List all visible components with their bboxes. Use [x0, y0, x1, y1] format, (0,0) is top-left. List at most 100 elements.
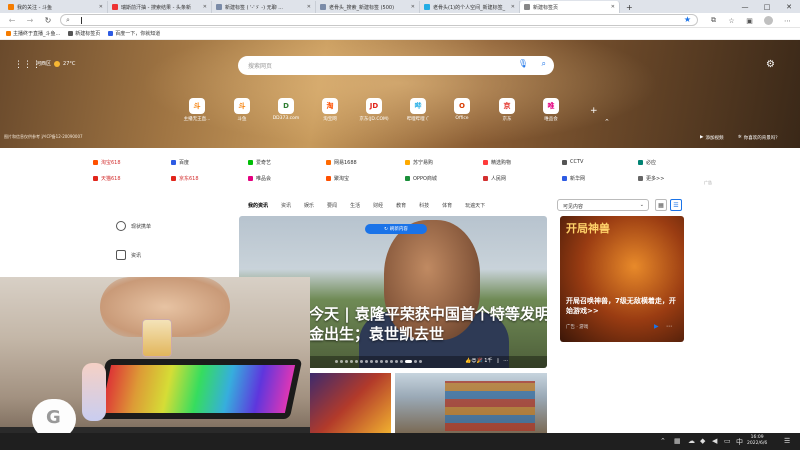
tab-1[interactable]: 瑞斯前汗抽 - 搜索结果 - 头条新 ✕: [108, 1, 212, 13]
news-tab[interactable]: 要闻: [327, 202, 337, 209]
news-headline[interactable]: 今天 | 袁隆平荣获中国首个特等发明 金出生；袁世凯去世: [309, 304, 547, 344]
chevron-up-icon[interactable]: ⌃: [660, 437, 666, 445]
volume-icon[interactable]: ◀: [712, 437, 717, 445]
forward-button[interactable]: →: [24, 15, 36, 26]
site-link[interactable]: 爱奇艺: [248, 159, 271, 166]
bookmark-icon[interactable]: ▯: [496, 358, 499, 364]
more-menu-icon[interactable]: ⋯: [782, 15, 793, 26]
site-link[interactable]: CCTV: [562, 159, 583, 165]
carousel-dot[interactable]: [355, 360, 358, 363]
add-tile-icon[interactable]: +: [590, 106, 598, 116]
bookmark-item[interactable]: 新建标签页: [68, 30, 100, 37]
more-options-icon[interactable]: ⋯: [666, 323, 672, 330]
news-tab[interactable]: 资讯: [281, 202, 291, 209]
favorite-star-icon[interactable]: ★: [684, 15, 691, 24]
sidebar-item-news[interactable]: 资讯: [116, 250, 141, 260]
quick-tile[interactable]: 唯 唯品会: [536, 98, 566, 122]
new-tab-button[interactable]: +: [622, 1, 636, 13]
collections-icon[interactable]: ▣: [744, 15, 755, 26]
tab-3[interactable]: 老骨头_搜索_新建标签 (500) ✕: [316, 1, 420, 13]
carousel-dot[interactable]: [345, 360, 348, 363]
site-link[interactable]: OPPO商城: [405, 175, 437, 182]
site-link[interactable]: 天猫618: [93, 175, 121, 182]
carousel-dot[interactable]: [385, 360, 388, 363]
site-link[interactable]: 人民网: [483, 175, 506, 182]
close-tab-icon[interactable]: ✕: [411, 4, 415, 10]
carousel-dot[interactable]: [370, 360, 373, 363]
profile-avatar[interactable]: [764, 16, 773, 25]
carousel-dot[interactable]: [400, 360, 403, 363]
site-link[interactable]: 聚淘宝: [326, 175, 349, 182]
carousel-dot[interactable]: [360, 360, 363, 363]
weather-widget[interactable]: 河西区 27°C: [36, 60, 75, 67]
minimize-button[interactable]: —: [734, 0, 756, 13]
site-link[interactable]: 必应: [638, 159, 656, 166]
news-tab[interactable]: 科技: [419, 202, 429, 209]
news-tab[interactable]: 教育: [396, 202, 406, 209]
battery-icon[interactable]: ▭: [724, 437, 731, 445]
network-icon[interactable]: ▦: [674, 437, 681, 445]
news-tab[interactable]: 玩遍天下: [465, 202, 485, 209]
close-tab-icon[interactable]: ✕: [307, 4, 311, 10]
quick-tile[interactable]: 京 京东: [492, 98, 522, 122]
web-search-box[interactable]: 搜索网页 🎙 ⌕: [238, 56, 554, 75]
carousel-dot[interactable]: [395, 360, 398, 363]
refresh-button[interactable]: ↻: [42, 15, 54, 26]
microphone-icon[interactable]: 🎙: [518, 59, 528, 68]
grid-view-button[interactable]: ▦: [655, 199, 667, 211]
maximize-button[interactable]: □: [756, 0, 778, 13]
site-link[interactable]: 唯品会: [248, 175, 271, 182]
quick-tile[interactable]: D DD373.com: [271, 98, 301, 121]
back-button[interactable]: ←: [6, 15, 18, 26]
news-tab[interactable]: 体育: [442, 202, 452, 209]
news-tab[interactable]: 娱乐: [304, 202, 314, 209]
taskbar-clock[interactable]: 16:09 2022/6/6: [747, 435, 767, 447]
site-link[interactable]: 新华网: [562, 175, 585, 182]
site-link[interactable]: 淘宝618: [93, 159, 121, 166]
news-tab[interactable]: 财经: [373, 202, 383, 209]
close-tab-icon[interactable]: ✕: [611, 4, 615, 10]
tab-5[interactable]: 新建标签页 ✕: [520, 1, 620, 13]
close-tab-icon[interactable]: ✕: [511, 4, 515, 10]
carousel-dot[interactable]: [375, 360, 378, 363]
favorites-icon[interactable]: ☆: [726, 15, 737, 26]
reactions[interactable]: 👍😍🎉 1千 ▯ ⋯: [465, 357, 508, 365]
carousel-dot[interactable]: [419, 360, 422, 363]
carousel-dot[interactable]: [350, 360, 353, 363]
site-link[interactable]: 网易1688: [326, 159, 357, 166]
news-tab[interactable]: 生活: [350, 202, 360, 209]
news-card-thumbnail[interactable]: [309, 373, 391, 433]
quick-tile[interactable]: 淘 淘宝网: [315, 98, 345, 122]
site-link[interactable]: 苏宁易购: [405, 159, 433, 166]
chevron-up-icon[interactable]: ⌃: [604, 118, 610, 126]
list-view-button[interactable]: ☰: [670, 199, 682, 211]
bookmark-item[interactable]: 主播终于直播_斗鱼...: [6, 30, 60, 37]
motion-link[interactable]: ▶ 添加视频: [700, 135, 723, 141]
cloud-icon[interactable]: ☁: [688, 437, 695, 445]
quick-tile[interactable]: 哔 哔哩哔哩 ( ̄: [403, 98, 433, 122]
close-tab-icon[interactable]: ✕: [203, 4, 207, 10]
like-background-link[interactable]: ✲ 你喜欢的背景吗？: [738, 135, 780, 141]
site-link[interactable]: 京东618: [171, 175, 199, 182]
close-tab-icon[interactable]: ✕: [99, 4, 103, 10]
quick-tile[interactable]: O Office: [447, 98, 477, 121]
carousel-dot[interactable]: [390, 360, 393, 363]
refresh-feed-button[interactable]: ↻ 刷新内容: [365, 224, 427, 234]
quick-tile[interactable]: 斗 斗鱼: [227, 98, 257, 122]
play-icon[interactable]: ▶: [654, 323, 659, 330]
gear-icon[interactable]: ⚙: [766, 59, 775, 70]
site-link[interactable]: 百度: [171, 159, 189, 166]
carousel-dot[interactable]: [340, 360, 343, 363]
carousel-dot-active[interactable]: [405, 360, 412, 363]
quick-tile[interactable]: JD 京东(JD.COM): [359, 98, 389, 122]
more-links[interactable]: 更多>>: [638, 175, 664, 182]
carousel-dot[interactable]: [335, 360, 338, 363]
carousel-dots[interactable]: [335, 360, 422, 363]
content-visibility-select[interactable]: 可见内容 ⌄: [557, 199, 649, 211]
ime-icon[interactable]: 中: [736, 437, 743, 447]
bookmark-item[interactable]: 百度一下，你就知道: [108, 30, 160, 37]
tab-0[interactable]: 我的关注 - 斗鱼 ✕: [4, 1, 108, 13]
news-card-thumbnail[interactable]: [395, 373, 547, 433]
site-link[interactable]: 精选购物: [483, 159, 511, 166]
more-options-icon[interactable]: ⋯: [503, 358, 508, 364]
